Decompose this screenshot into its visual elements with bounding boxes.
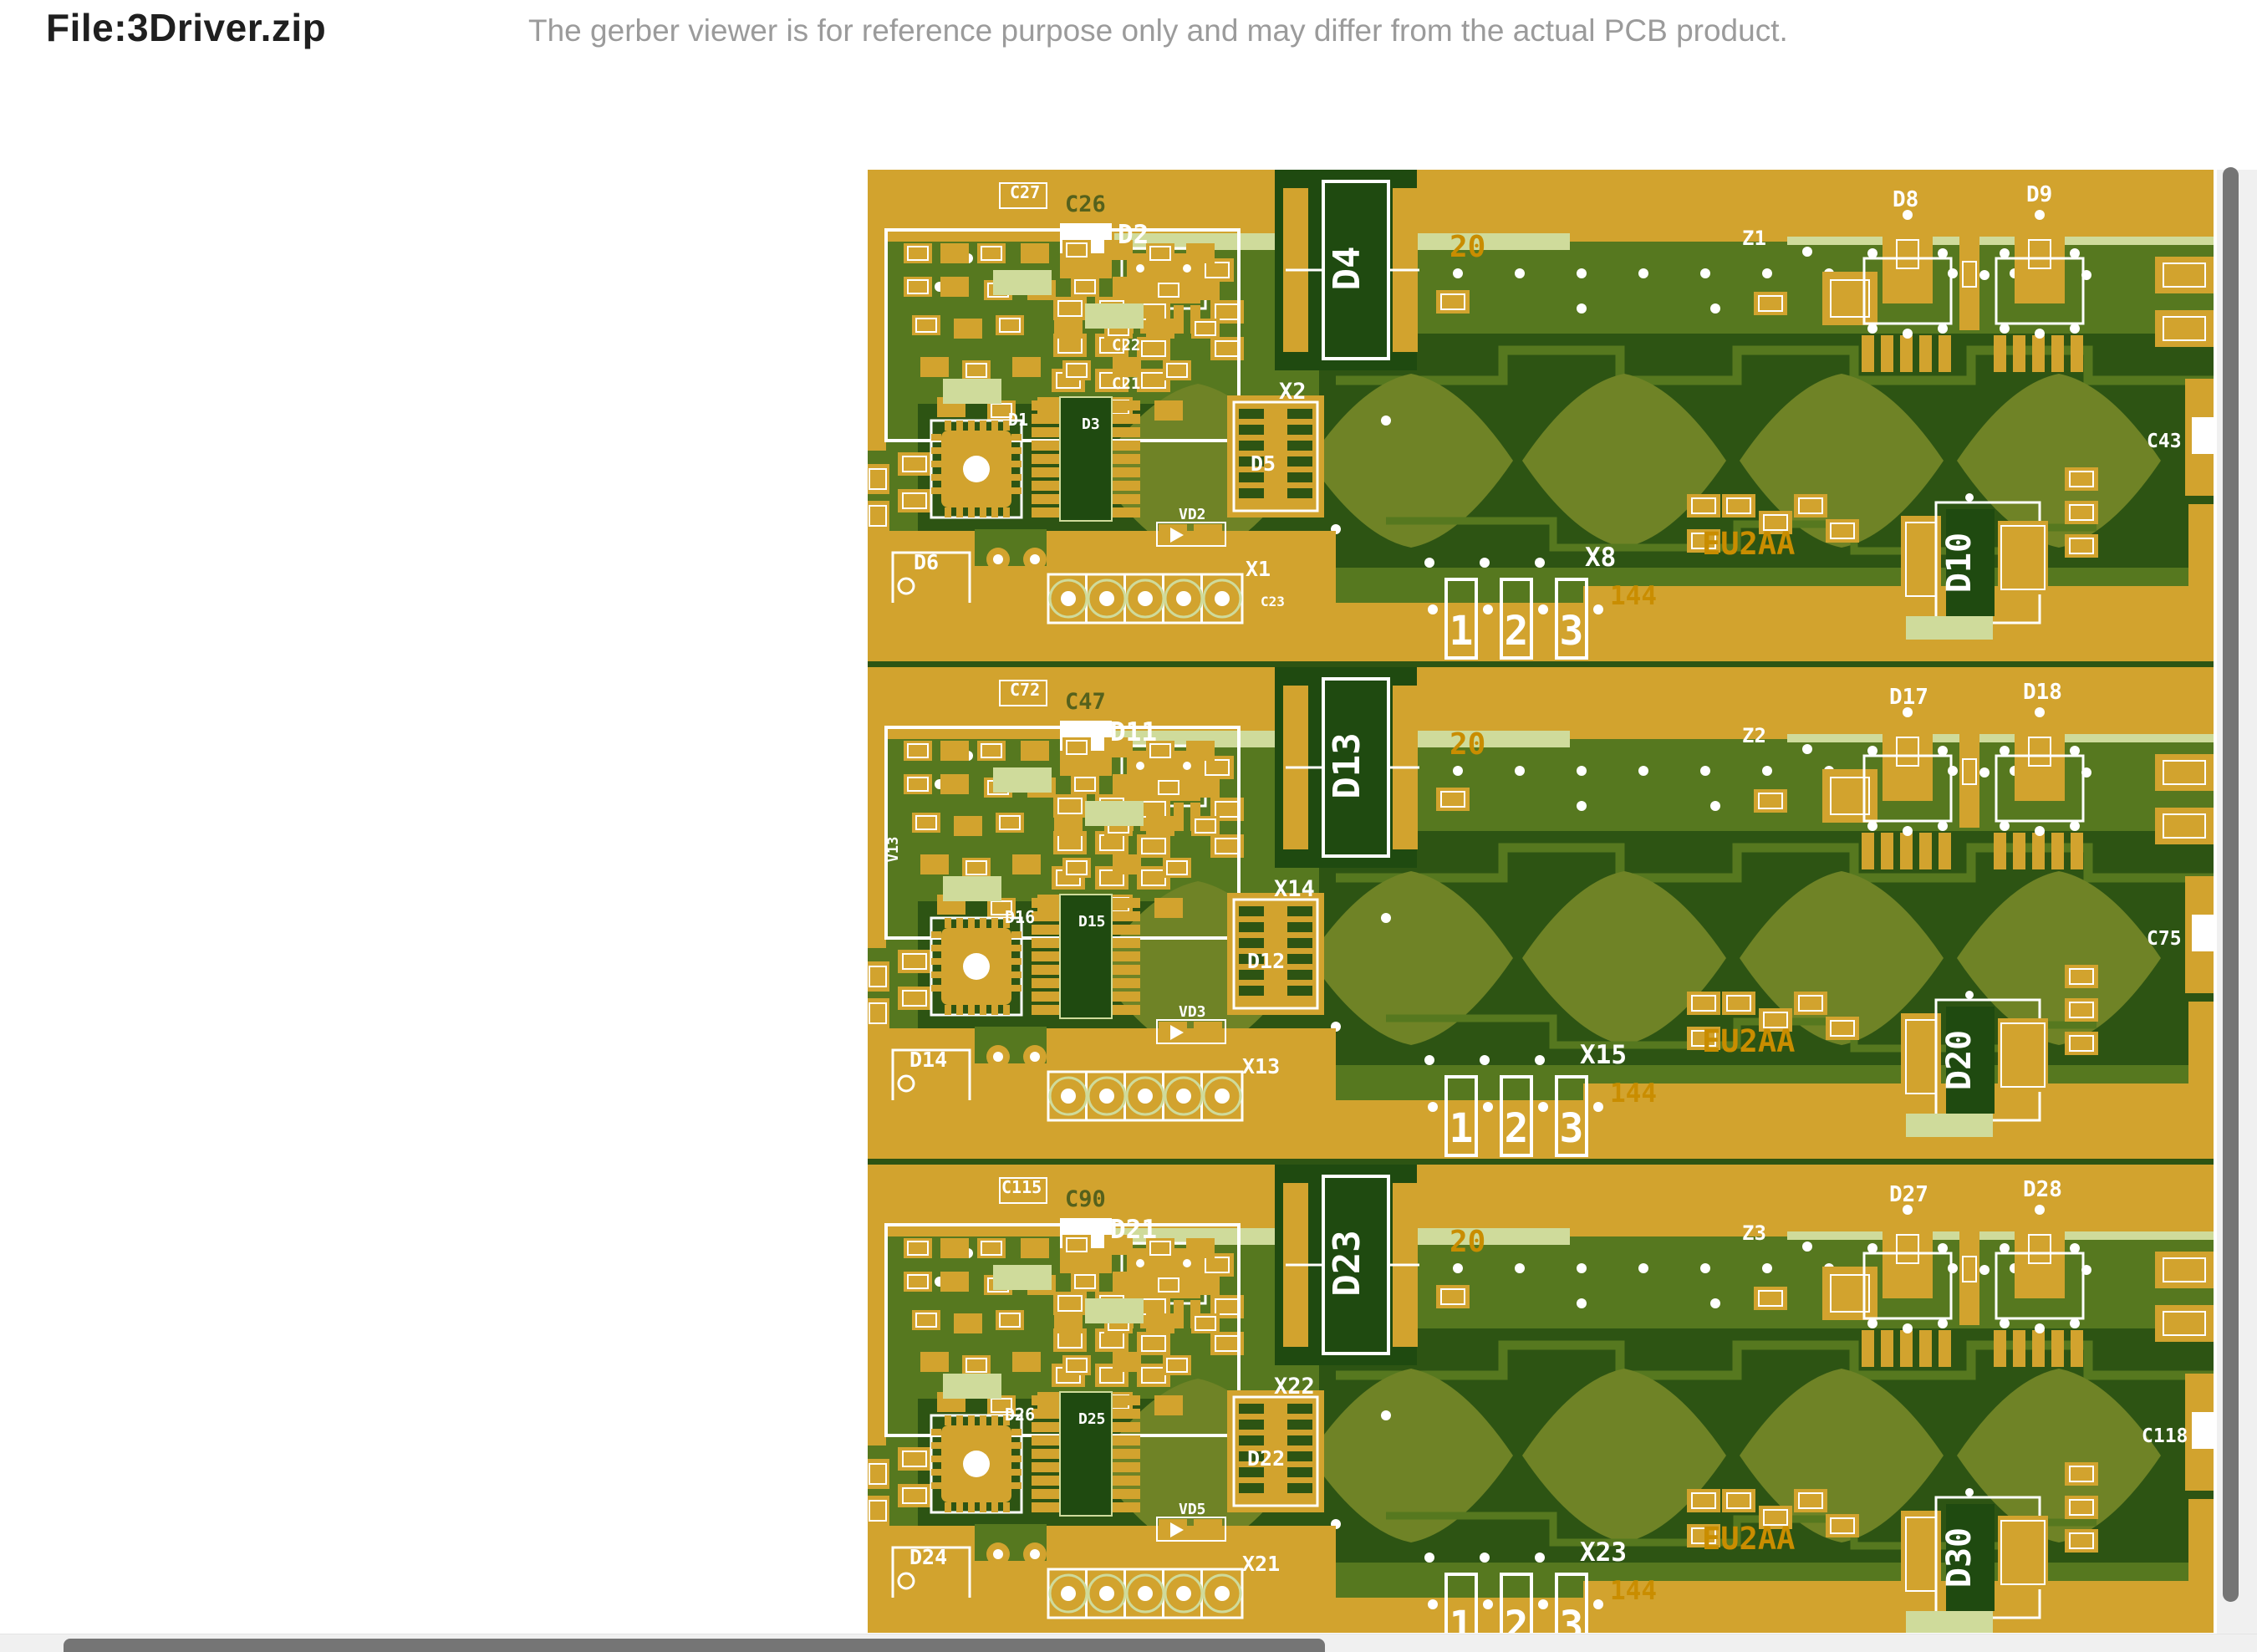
pcb-render: C27 C26 D2 D4 20 C22 C21 Z1 D8 D9 C43 X2 D5 D3 D1 VD2 X1… xyxy=(868,170,2214,1633)
silkscreen-label: 3 xyxy=(1560,1603,1584,1633)
silkscreen-label: X23 xyxy=(1580,1537,1627,1568)
silkscreen-label: 20 xyxy=(1449,1225,1485,1259)
silkscreen-label: X2 xyxy=(1279,379,1307,405)
silkscreen-label: D15 xyxy=(1078,913,1106,931)
silkscreen-label: X15 xyxy=(1580,1040,1627,1070)
gerber-preview: C27 C26 D2 D4 20 C22 C21 Z1 D8 D9 C43 X2 D5 D3 D1 VD2 X1… xyxy=(868,170,2214,1633)
silkscreen-label: X13 xyxy=(1242,1054,1280,1078)
silkscreen-label: D17 xyxy=(1889,685,1928,710)
silkscreen-label: 20 xyxy=(1449,727,1485,762)
silkscreen-label: D23 xyxy=(1326,1230,1368,1296)
silkscreen-label: 2 xyxy=(1505,1105,1529,1152)
silkscreen-label: D1 xyxy=(1008,410,1028,430)
silkscreen-label: D9 xyxy=(2026,182,2052,207)
silkscreen-label: C72 xyxy=(1010,680,1040,700)
silkscreen-label: D24 xyxy=(909,1545,947,1569)
silkscreen-label: D4 xyxy=(1326,247,1368,291)
silkscreen-label: EU2AA xyxy=(1702,526,1795,562)
silkscreen-label: 3 xyxy=(1560,608,1584,655)
silkscreen-label: 144 xyxy=(1610,581,1657,611)
silkscreen-label: D26 xyxy=(1005,1405,1035,1425)
silkscreen-label: C23 xyxy=(1261,594,1285,609)
silkscreen-label: X22 xyxy=(1274,1374,1315,1400)
silkscreen-label: Z2 xyxy=(1742,724,1766,747)
silkscreen-label: D3 xyxy=(1082,416,1100,433)
silkscreen-label: D10 xyxy=(1940,533,1979,593)
silkscreen-label: EU2AA xyxy=(1702,1521,1795,1557)
silkscreen-label: C22 xyxy=(1112,336,1140,354)
silkscreen-label: VD3 xyxy=(1179,1003,1206,1021)
silkscreen-label: C118 xyxy=(2142,1425,2188,1447)
panel-2: C72 C47D11 D13 20 V13 Z2 D17 D18 C75 X14 D12 D15 D16… xyxy=(868,667,2214,1165)
silkscreen-label: 2 xyxy=(1505,1603,1529,1633)
silkscreen-label: 2 xyxy=(1505,608,1529,655)
silkscreen-label: D11 xyxy=(1110,717,1157,747)
silkscreen-label: D13 xyxy=(1326,732,1368,798)
silkscreen-label: C43 xyxy=(2147,431,2182,452)
silkscreen-label: D28 xyxy=(2023,1177,2062,1202)
vertical-scrollbar-thumb[interactable] xyxy=(2223,167,2239,1602)
silkscreen-label: D20 xyxy=(1940,1030,1979,1090)
silkscreen-label: D27 xyxy=(1889,1182,1928,1207)
silkscreen-label: C21 xyxy=(1112,375,1140,393)
silkscreen-label: D25 xyxy=(1078,1410,1106,1428)
silkscreen-label: X21 xyxy=(1242,1552,1280,1576)
silkscreen-label: C115 xyxy=(1001,1177,1042,1197)
silkscreen-label: D21 xyxy=(1110,1215,1157,1245)
silkscreen-label: D5 xyxy=(1251,451,1276,476)
silkscreen-label: 144 xyxy=(1610,1078,1657,1109)
panel-3: C115 C90D21 D23 20 Z3 D27 D28 C118 X22 D22 D25 D26 V… xyxy=(868,1165,2214,1633)
silkscreen-label: C75 xyxy=(2147,928,2182,950)
silkscreen-label: D30 xyxy=(1940,1527,1979,1588)
silkscreen-label: 1 xyxy=(1449,1105,1474,1152)
silkscreen-label: 1 xyxy=(1449,608,1474,655)
horizontal-scrollbar-thumb[interactable] xyxy=(64,1639,1325,1652)
silkscreen-label: X8 xyxy=(1585,543,1616,573)
silkscreen-label: 1 xyxy=(1449,1603,1474,1633)
silkscreen-label: D22 xyxy=(1247,1446,1285,1471)
silkscreen-label: 20 xyxy=(1449,230,1485,264)
silkscreen-label: D16 xyxy=(1005,907,1035,927)
silkscreen-label: D12 xyxy=(1247,949,1285,973)
silkscreen-label: D6 xyxy=(914,550,939,574)
silkscreen-label: C27 xyxy=(1010,182,1040,202)
silkscreen-label: D2 xyxy=(1118,220,1149,250)
silkscreen-label: Z3 xyxy=(1742,1221,1766,1245)
silkscreen-label: EU2AA xyxy=(1702,1023,1795,1059)
silkscreen-label: V13 xyxy=(885,837,902,863)
silkscreen-label: D14 xyxy=(909,1048,947,1072)
silkscreen-label: X14 xyxy=(1274,876,1315,902)
panel-1: C27 C26 D2 D4 20 C22 C21 Z1 D8 D9 C43 X2 D5 D3 D1 VD2 X1… xyxy=(868,170,2214,667)
silkscreen-label: D8 xyxy=(1893,187,1918,212)
silkscreen-label: C90 xyxy=(1065,1186,1106,1212)
file-title: File:3Driver.zip xyxy=(46,6,327,49)
silkscreen-label: C26 xyxy=(1065,191,1106,217)
silkscreen-label: D18 xyxy=(2023,680,2062,705)
silkscreen-label: VD5 xyxy=(1179,1501,1206,1518)
silkscreen-label: C47 xyxy=(1065,689,1106,715)
silkscreen-label: 3 xyxy=(1560,1105,1584,1152)
silkscreen-label: Z1 xyxy=(1742,227,1766,250)
viewer-disclaimer: The gerber viewer is for reference purpo… xyxy=(528,13,1788,48)
silkscreen-label: 144 xyxy=(1610,1576,1657,1606)
silkscreen-label: VD2 xyxy=(1179,506,1206,523)
silkscreen-label: X1 xyxy=(1246,557,1271,581)
